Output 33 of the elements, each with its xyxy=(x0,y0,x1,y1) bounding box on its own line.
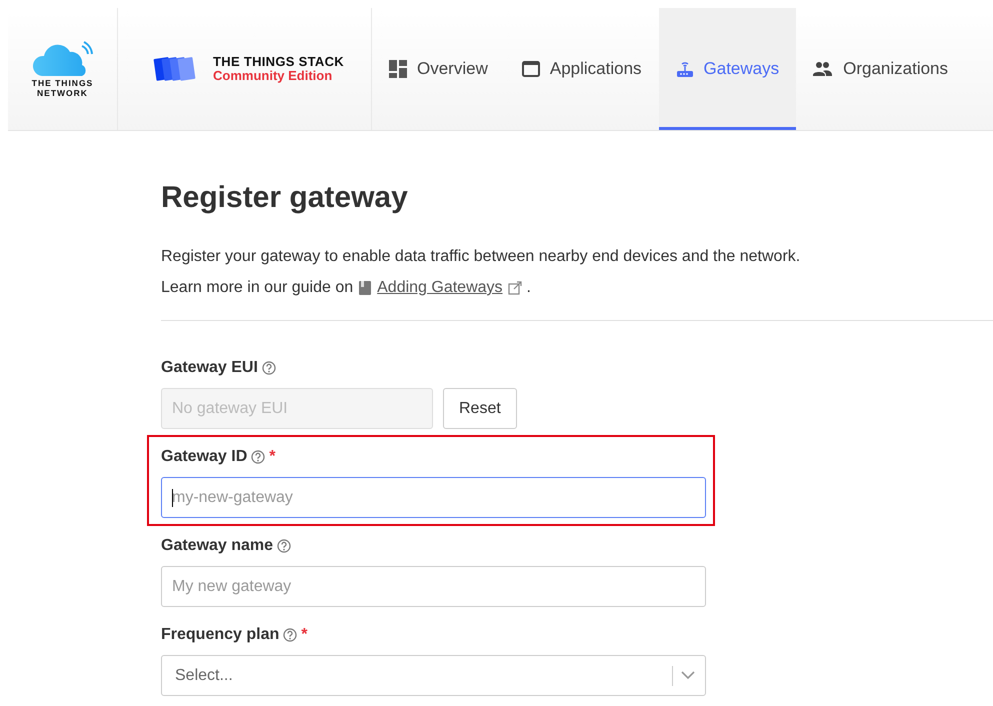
network-logo: THE THINGS NETWORK xyxy=(30,40,96,98)
external-link-icon xyxy=(508,280,522,294)
people-icon xyxy=(813,60,834,78)
window-icon xyxy=(522,60,540,78)
help-icon xyxy=(262,361,276,375)
help-icon xyxy=(251,450,266,464)
grid-icon xyxy=(389,60,407,78)
required-mark: * xyxy=(269,448,276,466)
guide-link[interactable]: Adding Gateways xyxy=(377,272,503,303)
help-icon xyxy=(283,628,298,642)
punctuation-text: . xyxy=(526,278,531,298)
field-label: Gateway name xyxy=(161,537,274,555)
field-label: Gateway ID xyxy=(161,448,248,466)
field-label: Gateway EUI xyxy=(161,359,258,377)
product-name: THE THINGS STACK xyxy=(213,55,344,69)
chevron-down-icon xyxy=(681,671,695,680)
book-icon xyxy=(358,280,372,296)
page-title: Register gateway xyxy=(161,181,409,215)
nav-tab[interactable]: Applications xyxy=(504,8,659,130)
required-mark: * xyxy=(301,626,308,644)
field-label: Frequency plan xyxy=(161,626,280,644)
router-icon xyxy=(676,60,694,78)
description-text: Register your gateway to enable data traffic between nearby end devices and the network. xyxy=(161,247,802,267)
guide-text: Learn more in our guide on xyxy=(161,278,354,298)
text-cursor xyxy=(172,489,173,507)
select-field[interactable]: Select... xyxy=(161,655,706,696)
nav-tab[interactable]: Gateways xyxy=(658,8,796,130)
help-icon xyxy=(277,539,292,553)
nav-tab[interactable]: Organizations xyxy=(796,8,966,130)
product-edition: Community Edition xyxy=(213,69,334,83)
input-field[interactable]: My new gateway xyxy=(161,566,706,607)
nav-tab[interactable]: Overview xyxy=(372,8,505,130)
input-field[interactable]: my-new-gateway xyxy=(161,477,706,518)
